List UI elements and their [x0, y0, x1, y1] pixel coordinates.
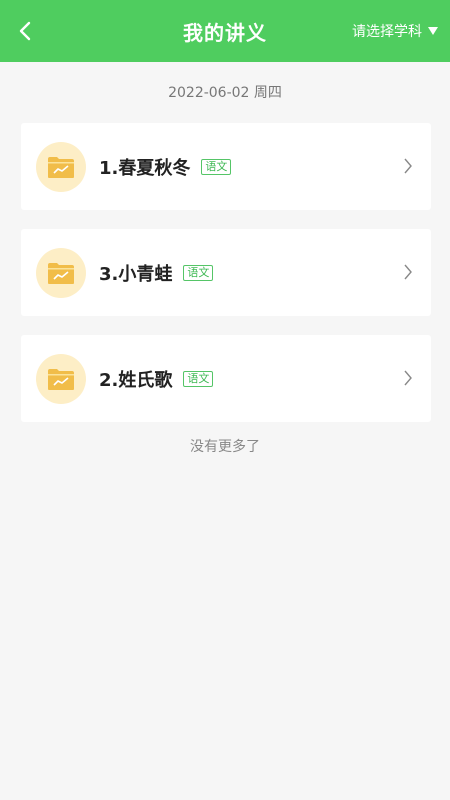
- chevron-right-icon: [404, 370, 412, 386]
- lecture-item[interactable]: 3.小青蛙 语文: [21, 229, 431, 316]
- caret-down-icon: [428, 27, 438, 35]
- folder-chart-icon: [36, 247, 86, 298]
- lecture-item[interactable]: 1.春夏秋冬 语文: [21, 123, 431, 210]
- subject-tag: 语文: [201, 158, 232, 175]
- subject-tag: 语文: [183, 264, 214, 281]
- chevron-left-icon: [19, 21, 31, 41]
- folder-chart-icon: [36, 353, 86, 404]
- lecture-title: 1.春夏秋冬: [99, 157, 191, 179]
- page-title: 我的讲义: [183, 20, 267, 45]
- subject-select[interactable]: 请选择学科: [352, 20, 438, 42]
- lecture-item[interactable]: 2.姓氏歌 语文: [21, 335, 431, 422]
- subject-tag: 语文: [183, 370, 214, 387]
- lecture-title: 2.姓氏歌: [99, 369, 173, 391]
- chevron-right-icon: [404, 158, 412, 174]
- no-more-label: 没有更多了: [190, 439, 260, 455]
- lecture-title: 3.小青蛙: [99, 263, 173, 285]
- folder-chart-icon: [36, 141, 86, 192]
- chevron-right-icon: [404, 264, 412, 280]
- date-label: 2022-06-02 周四: [168, 85, 282, 101]
- back-button[interactable]: [10, 16, 40, 46]
- subject-select-label: 请选择学科: [352, 24, 422, 40]
- top-bar: 我的讲义 请选择学科: [0, 0, 450, 62]
